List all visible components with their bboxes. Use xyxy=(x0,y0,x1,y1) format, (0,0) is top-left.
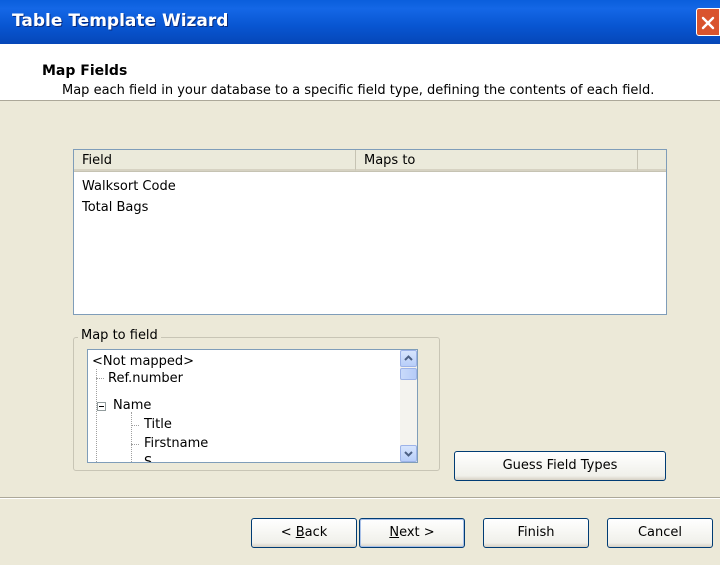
cancel-button[interactable]: Cancel xyxy=(607,518,713,548)
next-accelerator: N xyxy=(389,525,400,540)
column-header-filler xyxy=(638,150,666,171)
next-button[interactable]: Next > xyxy=(359,518,465,548)
back-button[interactable]: < Back xyxy=(251,518,357,548)
back-label: ack xyxy=(304,525,328,540)
finish-button[interactable]: Finish xyxy=(483,518,589,548)
footer-separator xyxy=(0,497,720,499)
tree-line xyxy=(96,378,104,379)
back-accelerator: B xyxy=(295,525,305,540)
close-button[interactable] xyxy=(696,8,720,36)
tree-scrollbar[interactable] xyxy=(400,350,417,462)
guess-field-types-button[interactable]: Guess Field Types xyxy=(454,451,666,481)
tree-item-partial[interactable]: S xyxy=(144,453,152,462)
close-icon xyxy=(701,16,715,30)
tree-item-ref-number[interactable]: Ref.number xyxy=(108,369,183,388)
scroll-thumb[interactable] xyxy=(400,368,417,380)
chevron-up-icon xyxy=(404,355,413,361)
field-mapping-list[interactable]: Field Maps to Walksort Code Total Bags xyxy=(73,149,667,315)
collapse-icon[interactable] xyxy=(97,402,106,411)
tree-item-title[interactable]: Title xyxy=(144,415,172,434)
chevron-down-icon xyxy=(404,451,413,457)
tree-line xyxy=(131,444,139,445)
tree-line xyxy=(131,425,139,426)
tree-line xyxy=(131,412,132,462)
field-type-tree[interactable]: <Not mapped> Ref.number Name Title First… xyxy=(87,349,418,463)
column-header-maps-to[interactable]: Maps to xyxy=(356,150,638,171)
back-prefix: < xyxy=(280,525,296,540)
page-subtitle: Map each field in your database to a spe… xyxy=(62,83,655,98)
next-label: ext > xyxy=(399,525,435,540)
page-title: Map Fields xyxy=(42,63,128,79)
tree-line xyxy=(96,369,97,462)
list-item[interactable]: Walksort Code xyxy=(82,177,176,197)
map-to-field-label: Map to field xyxy=(78,328,161,343)
title-bar: Table Template Wizard xyxy=(0,0,720,44)
column-header-field[interactable]: Field xyxy=(74,150,356,171)
list-item[interactable]: Total Bags xyxy=(82,198,148,218)
tree-item-firstname[interactable]: Firstname xyxy=(144,434,208,453)
list-header: Field Maps to xyxy=(74,150,666,172)
scroll-down-button[interactable] xyxy=(400,445,417,462)
tree-item-name[interactable]: Name xyxy=(113,396,151,415)
wizard-header: Map Fields Map each field in your databa… xyxy=(0,44,720,101)
window-title: Table Template Wizard xyxy=(12,11,229,31)
scroll-up-button[interactable] xyxy=(400,350,417,367)
